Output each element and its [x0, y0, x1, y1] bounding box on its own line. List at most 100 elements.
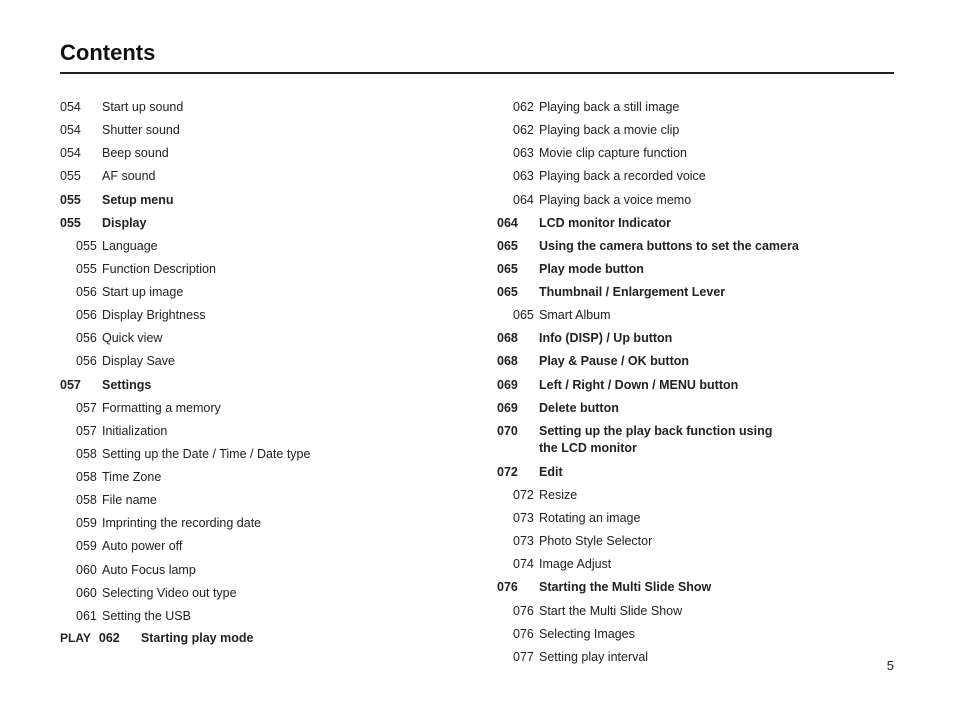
list-item: 061Setting the USB	[60, 607, 457, 625]
list-item: 070Setting up the play back function usi…	[497, 422, 894, 458]
entry-label: Play mode button	[539, 260, 644, 278]
list-item: 058Setting up the Date / Time / Date typ…	[60, 445, 457, 463]
list-item: 074Image Adjust	[497, 555, 894, 573]
entry-label: Beep sound	[102, 144, 169, 162]
right-column: 062Playing back a still image062 Playing …	[497, 98, 894, 671]
entry-number: 072	[497, 486, 539, 504]
list-item: 056Quick view	[60, 329, 457, 347]
entry-number: 073	[497, 509, 539, 527]
entry-number: 056	[60, 283, 102, 301]
entry-label: Imprinting the recording date	[102, 514, 261, 532]
entry-number: 070	[497, 422, 539, 440]
entry-label: Start up sound	[102, 98, 183, 116]
entry-label: Delete button	[539, 399, 619, 417]
list-item: 062Playing back a still image	[497, 98, 894, 116]
contents-columns: 054Start up sound 054Shutter sound 054 Beep…	[60, 98, 894, 671]
entry-number: 056	[60, 329, 102, 347]
list-item: 063Playing back a recorded voice	[497, 167, 894, 185]
entry-number: 060	[60, 561, 102, 579]
entry-number: 055	[60, 260, 102, 278]
play-section: PLAY 062 Starting play mode	[60, 631, 253, 645]
list-item: 065Smart Album	[497, 306, 894, 324]
entry-number: 058	[60, 468, 102, 486]
entry-label: Selecting Video out type	[102, 584, 237, 602]
list-item: 060Auto Focus lamp	[60, 561, 457, 579]
entry-label: Setting up the play back function usingt…	[539, 423, 772, 458]
entry-label: Movie clip capture function	[539, 144, 687, 162]
list-item: 073Rotating an image	[497, 509, 894, 527]
entry-number: 055	[60, 214, 102, 232]
entry-label: LCD monitor Indicator	[539, 214, 671, 232]
list-item: 060Selecting Video out type	[60, 584, 457, 602]
entry-number: 065	[497, 237, 539, 255]
list-item: 055Function Description	[60, 260, 457, 278]
page-title: Contents	[60, 40, 155, 65]
list-item: 055Display	[60, 214, 457, 232]
list-item: 057Initialization	[60, 422, 457, 440]
list-item: 054Start up sound	[60, 98, 457, 116]
entry-label: Edit	[539, 463, 563, 481]
entry-number: 055	[60, 191, 102, 209]
entry-number: 069	[497, 376, 539, 394]
entry-number: 065	[497, 283, 539, 301]
list-item: 056Start up image	[60, 283, 457, 301]
list-item: 065Using the camera buttons to set the c…	[497, 237, 894, 255]
entry-label: Left / Right / Down / MENU button	[539, 376, 738, 394]
entry-label: Time Zone	[102, 468, 161, 486]
entry-number: 060	[60, 584, 102, 602]
list-item: 057Settings	[60, 376, 457, 394]
list-item: 064LCD monitor Indicator	[497, 214, 894, 232]
entry-label: Auto Focus lamp	[102, 561, 196, 579]
play-section-label: Starting play mode	[141, 631, 254, 645]
page: Contents 054Start up sound054Shutter sou…	[0, 0, 954, 701]
entry-label: Photo Style Selector	[539, 532, 652, 550]
play-tag: PLAY	[60, 631, 91, 645]
entry-label: Language	[102, 237, 158, 255]
list-item: 056Display Save	[60, 352, 457, 370]
entry-number: 064	[497, 214, 539, 232]
list-item: 076Starting the Multi Slide Show	[497, 578, 894, 596]
entry-label: Rotating an image	[539, 509, 640, 527]
list-item: 055Language	[60, 237, 457, 255]
entry-number: 062	[497, 98, 539, 116]
list-item: 058Time Zone	[60, 468, 457, 486]
entry-label: Selecting Images	[539, 625, 635, 643]
list-item: 064Playing back a voice memo	[497, 191, 894, 209]
entry-label: Start up image	[102, 283, 183, 301]
list-item: 077Setting play interval	[497, 648, 894, 666]
page-header: Contents	[60, 40, 894, 74]
entry-label: Info (DISP) / Up button	[539, 329, 672, 347]
entry-number: 056	[60, 306, 102, 324]
list-item: 072Resize	[497, 486, 894, 504]
entry-number: 065	[497, 306, 539, 324]
list-item: 056Display Brightness	[60, 306, 457, 324]
list-item: 076Selecting Images	[497, 625, 894, 643]
entry-label: Display	[102, 214, 146, 232]
entry-label: Using the camera buttons to set the came…	[539, 237, 799, 255]
list-item: 069Left / Right / Down / MENU button	[497, 376, 894, 394]
list-item: 054Shutter sound	[60, 121, 457, 139]
list-item: 068Info (DISP) / Up button	[497, 329, 894, 347]
entry-label: Setting the USB	[102, 607, 191, 625]
list-item: 065Play mode button	[497, 260, 894, 278]
entry-number: 074	[497, 555, 539, 573]
entry-number: 058	[60, 491, 102, 509]
entry-label: Start the Multi Slide Show	[539, 602, 682, 620]
list-item: 073Photo Style Selector	[497, 532, 894, 550]
entry-label: Playing back a recorded voice	[539, 167, 706, 185]
entry-number: 055	[60, 237, 102, 255]
list-item: 069Delete button	[497, 399, 894, 417]
entry-number: 057	[60, 422, 102, 440]
entry-number: 076	[497, 625, 539, 643]
entry-number: 057	[60, 399, 102, 417]
entry-number: 059	[60, 537, 102, 555]
play-section-num: 062	[99, 631, 133, 645]
entry-number: 073	[497, 532, 539, 550]
entry-number: 059	[60, 514, 102, 532]
entry-label: Shutter sound	[102, 121, 180, 139]
entry-number: 054	[60, 98, 102, 116]
list-item: 072Edit	[497, 463, 894, 481]
list-item: 057Formatting a memory	[60, 399, 457, 417]
left-column: 054Start up sound 054Shutter sound 054 Beep…	[60, 98, 457, 671]
entry-number: 076	[497, 578, 539, 596]
